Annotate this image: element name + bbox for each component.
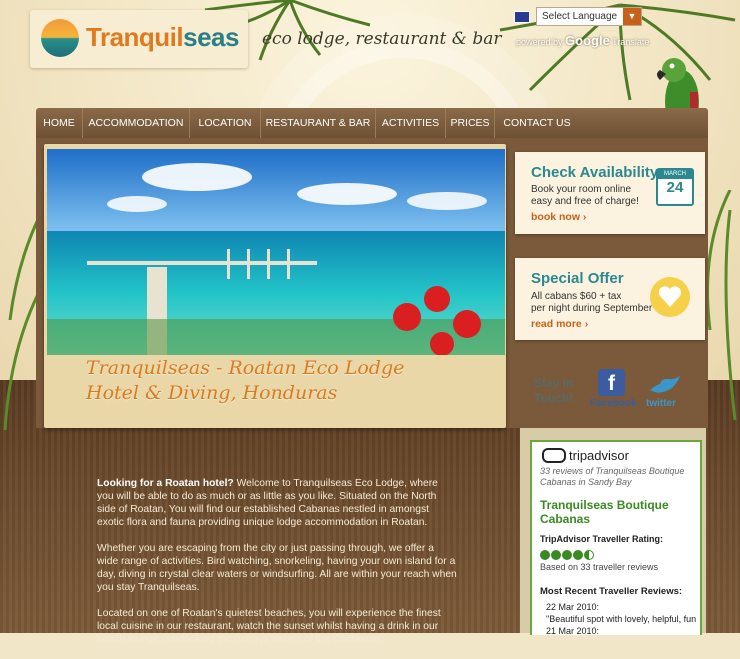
heart-icon	[650, 277, 690, 317]
tripadvisor-subtitle[interactable]: 33 reviews of Tranquilseas Boutique Caba…	[540, 466, 690, 488]
hero-photo	[47, 149, 505, 355]
intro-paragraph-2: Whether you are escaping from the city o…	[97, 543, 457, 593]
nav-accommodation[interactable]: ACCOMMODATION	[83, 108, 190, 138]
tripadvisor-hotel-name[interactable]: Tranquilseas Boutique Cabanas	[540, 498, 690, 526]
facebook-icon[interactable]: f	[598, 369, 625, 396]
logo-text: Tranquilseas	[86, 22, 239, 52]
availability-text-2: easy and free of charge!	[531, 196, 639, 207]
twitter-link[interactable]: twitter	[646, 398, 676, 409]
offer-text-2: per night during September	[531, 303, 653, 314]
logo[interactable]: Tranquilseas	[30, 10, 248, 68]
nav-contact-us[interactable]: CONTACT US	[495, 108, 579, 138]
beach-pier-image	[47, 149, 505, 355]
main-nav: HOME ACCOMMODATION LOCATION RESTAURANT &…	[36, 108, 708, 138]
review-count[interactable]: Based on 33 traveller reviews	[540, 562, 658, 572]
review-date: 21 Mar 2010:	[546, 626, 600, 636]
rating-label: TripAdvisor Traveller Rating:	[540, 534, 664, 544]
availability-text-1: Book your room online	[531, 184, 632, 195]
hero-caption: Tranquilseas - Roatan Eco Lodge Hotel & …	[86, 357, 405, 404]
powered-by-google: powered by Google Translate	[516, 33, 650, 48]
offer-title: Special Offer	[531, 270, 624, 287]
tripadvisor-widget[interactable]: tripadvisor 33 reviews of Tranquilseas B…	[530, 440, 702, 636]
availability-card[interactable]: Check Availability Book your room online…	[515, 152, 705, 234]
uk-flag-icon	[514, 11, 530, 23]
recent-reviews-label: Most Recent Traveller Reviews:	[540, 586, 683, 597]
book-now-link[interactable]: book now ›	[531, 211, 586, 223]
tagline: eco lodge, restaurant & bar	[262, 29, 502, 49]
intro-paragraph-3: Located on one of Roatan's quietest beac…	[97, 608, 441, 645]
facebook-link[interactable]: Facebook	[590, 398, 637, 409]
stay-in-touch: Stay in Touch!	[534, 376, 574, 405]
special-offer-card[interactable]: Special Offer All cabans $60 + tax per n…	[515, 258, 705, 340]
review-date: 22 Mar 2010:	[546, 602, 600, 612]
tripadvisor-logo[interactable]: tripadvisor	[542, 448, 629, 464]
review-text[interactable]: "Beautiful spot with lovely, helpful, fu…	[546, 614, 696, 624]
nav-prices[interactable]: PRICES	[446, 108, 495, 138]
calendar-icon: MARCH 24	[656, 168, 694, 206]
availability-title: Check Availability	[531, 164, 659, 181]
chevron-down-icon: ▼	[623, 8, 641, 25]
read-more-link[interactable]: read more ›	[531, 318, 588, 330]
logo-emblem-icon	[41, 19, 79, 57]
language-select[interactable]: Select Language ▼	[536, 7, 642, 26]
nav-home[interactable]: HOME	[36, 108, 83, 138]
language-select-label: Select Language	[542, 11, 618, 22]
intro-text: Looking for a Roatan hotel? Welcome to T…	[97, 477, 457, 659]
nav-location[interactable]: LOCATION	[190, 108, 261, 138]
twitter-bird-icon[interactable]	[648, 374, 682, 398]
intro-paragraph-1: Looking for a Roatan hotel? Welcome to T…	[97, 478, 438, 528]
nav-activities[interactable]: ACTIVITIES	[376, 108, 446, 138]
nav-restaurant-bar[interactable]: RESTAURANT & BAR	[261, 108, 376, 138]
offer-text-1: All cabans $60 + tax	[531, 291, 622, 302]
owl-icon	[542, 448, 566, 464]
